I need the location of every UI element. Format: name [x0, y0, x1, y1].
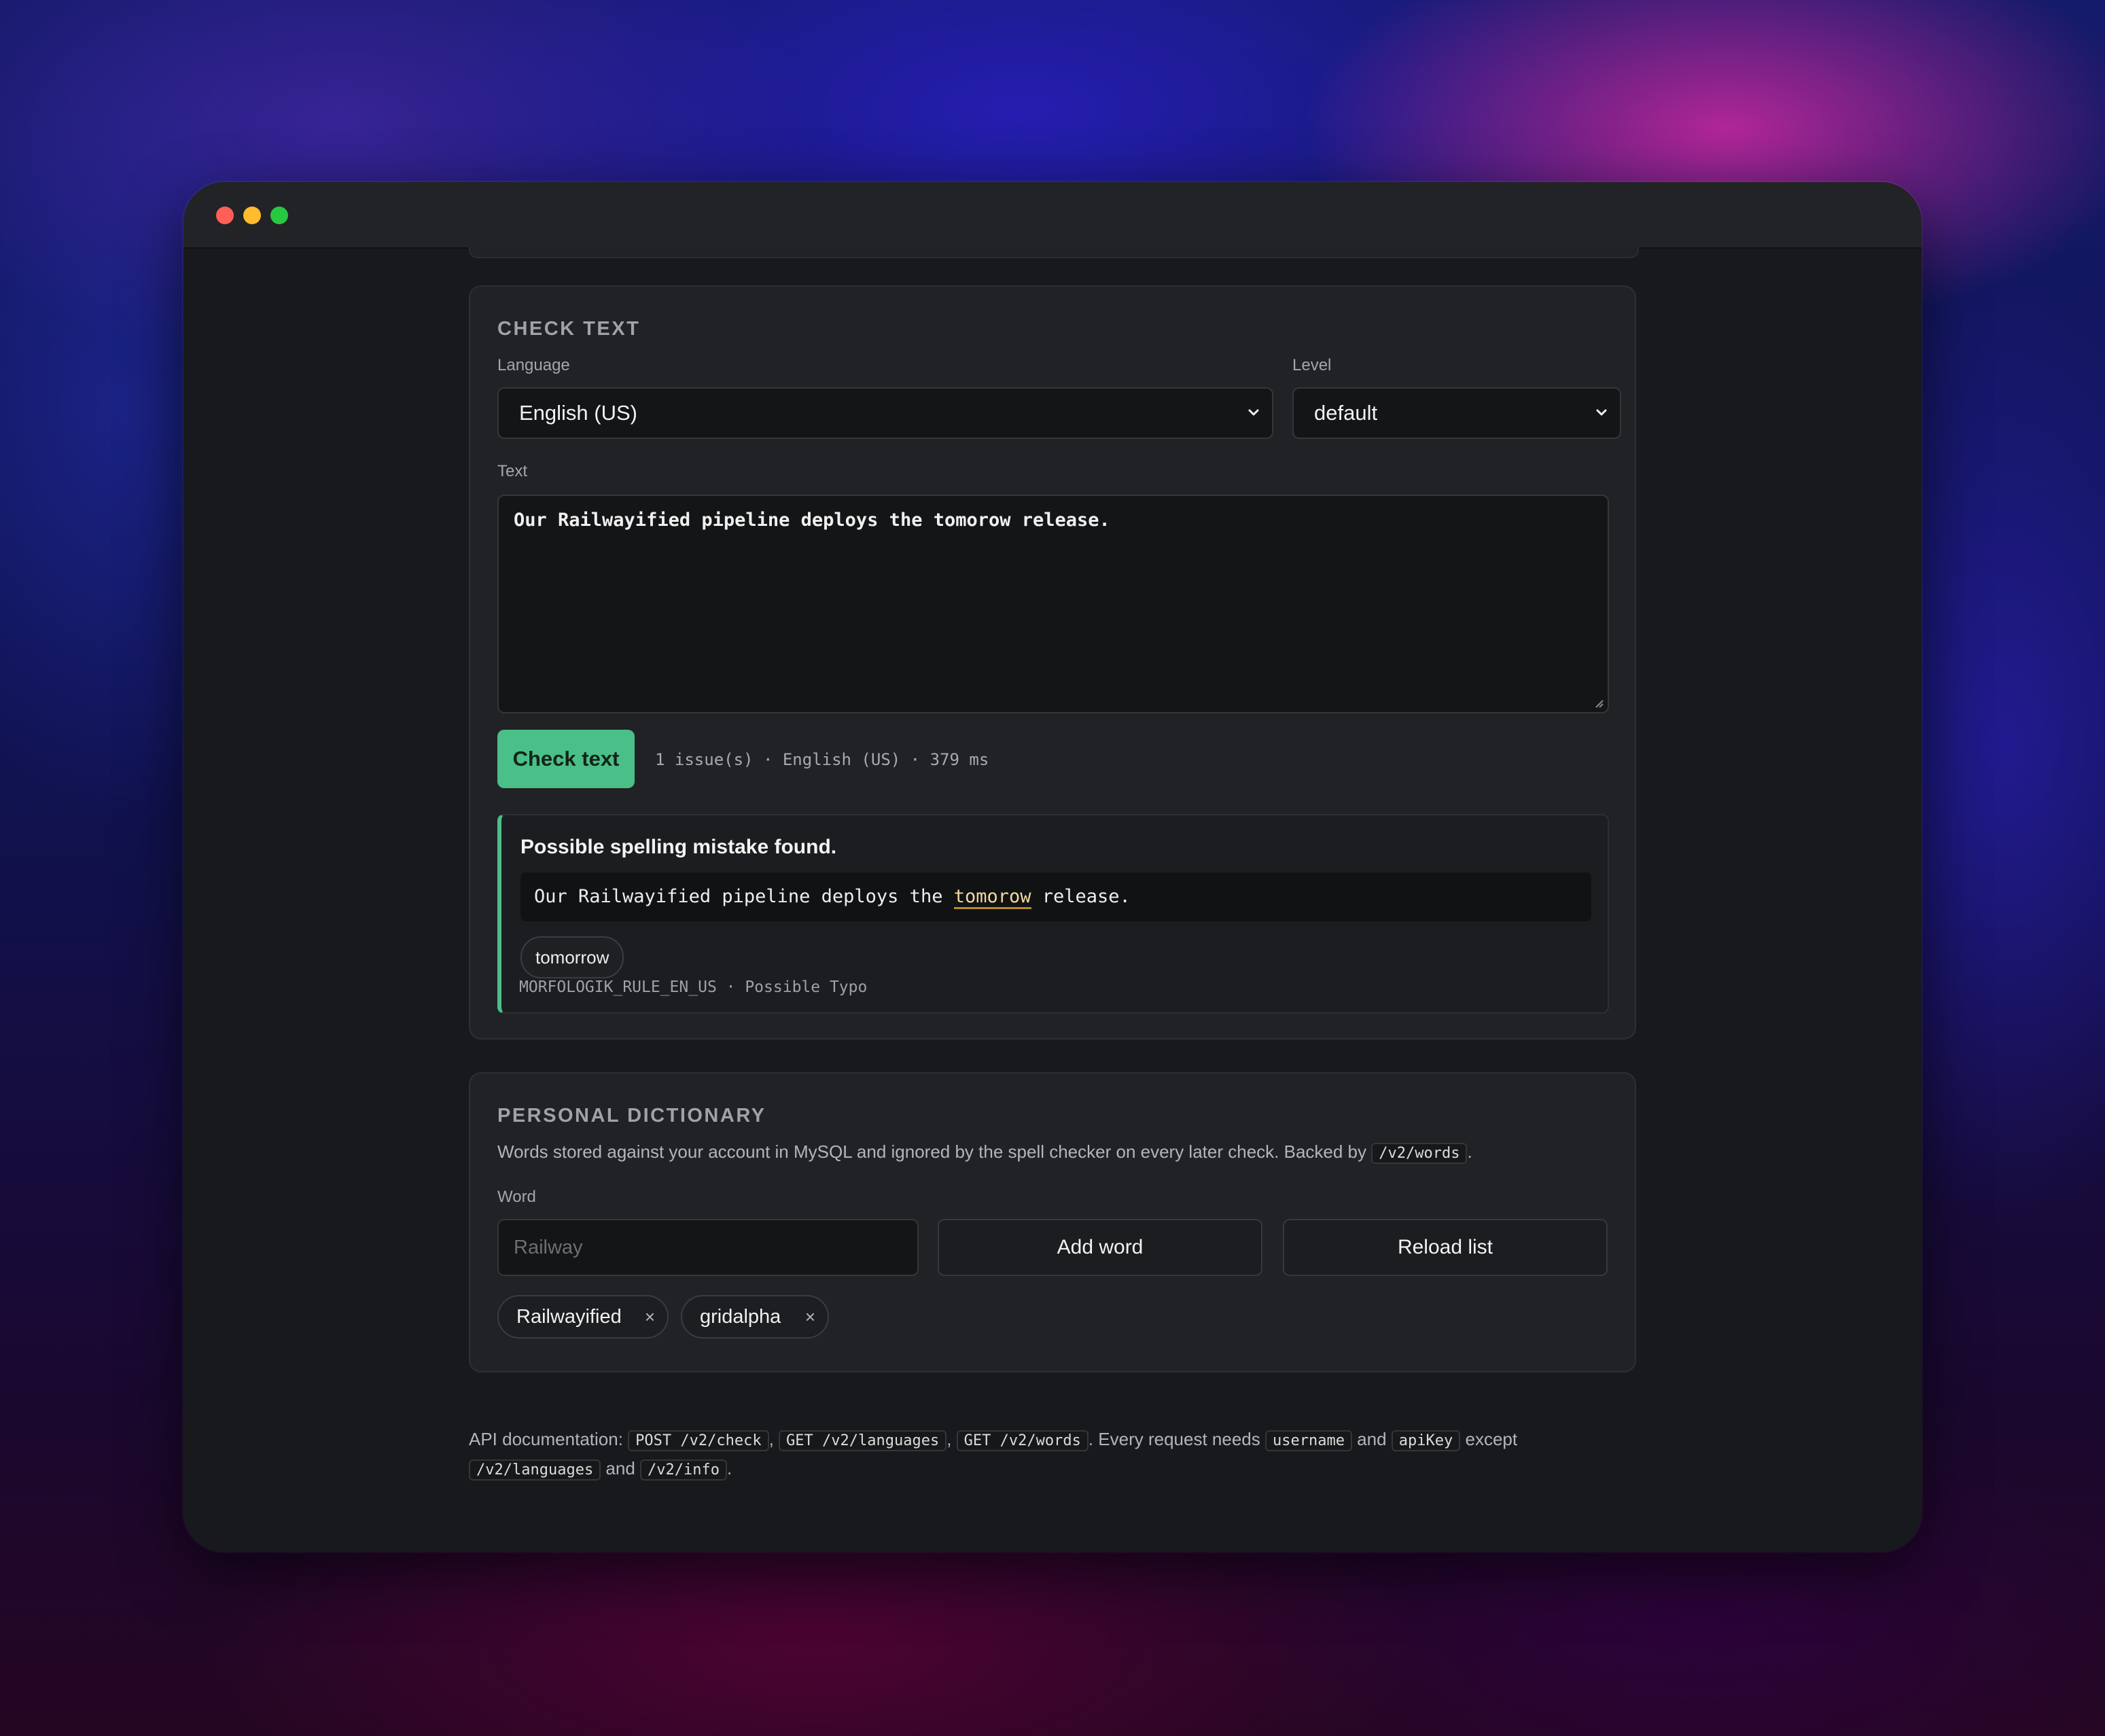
close-icon[interactable]: × — [805, 1296, 815, 1337]
footer-prefix: API documentation: — [469, 1429, 629, 1449]
api-documentation-footer: API documentation: POST /v2/check, GET /… — [469, 1425, 1651, 1484]
check-text-title: CHECK TEXT — [497, 318, 641, 340]
app-window: CHECK TEXT Language English (US) Level d… — [183, 182, 1922, 1552]
context-before: Our Railwayified pipeline deploys the — [534, 886, 954, 907]
footer-separator: , — [768, 1429, 779, 1449]
description-end: . — [1467, 1141, 1472, 1162]
text-label: Text — [497, 462, 528, 480]
issue-card: Possible spelling mistake found. Our Rai… — [497, 814, 1609, 1014]
apikey-code: apiKey — [1391, 1430, 1461, 1451]
level-select-value: default — [1314, 401, 1378, 425]
dictionary-word-chip: gridalpha × — [681, 1295, 829, 1339]
check-text-card: CHECK TEXT Language English (US) Level d… — [469, 285, 1636, 1040]
maximize-window-button[interactable] — [270, 207, 288, 224]
rule-id: MORFOLOGIK_RULE_EN_US · Possible Typo — [519, 978, 868, 996]
dictionary-title: PERSONAL DICTIONARY — [497, 1105, 766, 1127]
footer-text: and — [1351, 1429, 1392, 1449]
description-text: Words stored against your account in MyS… — [497, 1141, 1372, 1162]
level-label: Level — [1292, 356, 1332, 374]
issue-message: Possible spelling mistake found. — [520, 836, 837, 858]
footer-separator: , — [947, 1429, 957, 1449]
check-text-button[interactable]: Check text — [497, 730, 635, 788]
language-select[interactable]: English (US) — [497, 387, 1273, 439]
chevron-down-icon — [1596, 409, 1607, 416]
check-status: 1 issue(s) · English (US) · 379 ms — [655, 750, 989, 769]
level-select[interactable]: default — [1292, 387, 1621, 439]
suggestion-chip[interactable]: tomorrow — [520, 936, 624, 978]
word-label: Word — [497, 1188, 536, 1206]
languages-path-code: /v2/languages — [469, 1459, 601, 1481]
chevron-down-icon — [1248, 409, 1259, 416]
title-bar — [183, 182, 1922, 249]
minimize-window-button[interactable] — [243, 207, 261, 224]
word-input[interactable]: Railway — [497, 1219, 919, 1276]
error-word: tomorow — [953, 886, 1031, 909]
close-icon[interactable]: × — [645, 1296, 655, 1337]
resize-handle-icon[interactable] — [1594, 698, 1604, 708]
footer-text: . — [726, 1458, 732, 1478]
text-input[interactable]: Our Railwayified pipeline deploys the to… — [497, 495, 1609, 713]
language-label: Language — [497, 356, 570, 374]
reload-list-button[interactable]: Reload list — [1283, 1219, 1608, 1276]
dictionary-word: Railwayified — [516, 1306, 622, 1328]
dictionary-description: Words stored against your account in MyS… — [497, 1141, 1472, 1164]
footer-text: . Every request needs — [1088, 1429, 1265, 1449]
close-window-button[interactable] — [216, 207, 234, 224]
personal-dictionary-card: PERSONAL DICTIONARY Words stored against… — [469, 1072, 1636, 1372]
footer-text: and — [601, 1458, 641, 1478]
dictionary-word-chip: Railwayified × — [497, 1295, 669, 1339]
username-code: username — [1264, 1430, 1352, 1451]
footer-text: except — [1460, 1429, 1523, 1449]
text-input-value: Our Railwayified pipeline deploys the to… — [514, 510, 1110, 531]
previous-card-edge — [469, 247, 1639, 258]
issue-context: Our Railwayified pipeline deploys the to… — [520, 872, 1591, 921]
info-path-code: /v2/info — [640, 1459, 727, 1481]
endpoint-check-code: POST /v2/check — [628, 1430, 769, 1451]
dictionary-word: gridalpha — [700, 1306, 781, 1328]
add-word-button[interactable]: Add word — [938, 1219, 1262, 1276]
context-after: release. — [1031, 886, 1131, 907]
language-select-value: English (US) — [519, 401, 637, 425]
page-content[interactable]: CHECK TEXT Language English (US) Level d… — [183, 247, 1922, 1552]
words-endpoint-code: /v2/words — [1371, 1143, 1468, 1164]
endpoint-words-code: GET /v2/words — [956, 1430, 1089, 1451]
endpoint-languages-code: GET /v2/languages — [779, 1430, 947, 1451]
